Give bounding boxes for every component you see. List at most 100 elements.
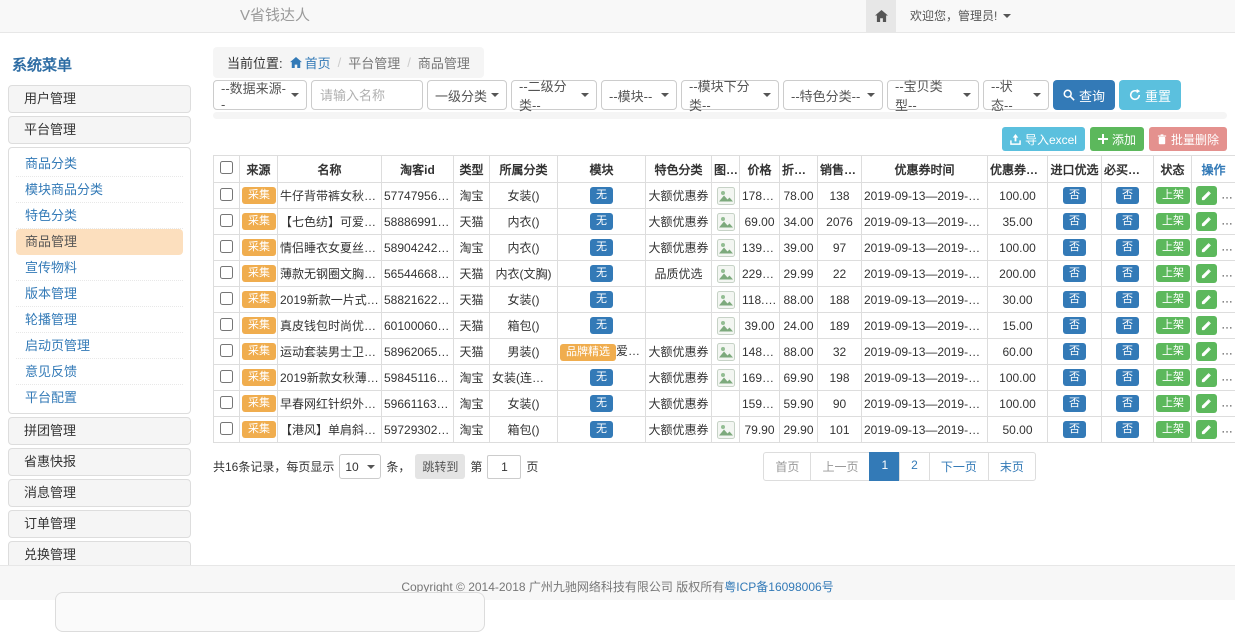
row-checkbox[interactable] xyxy=(220,292,233,305)
pager-next[interactable]: 下一页 xyxy=(929,452,989,481)
status-button[interactable]: 上架 xyxy=(1156,291,1190,308)
row-checkbox[interactable] xyxy=(220,318,233,331)
page-size-select[interactable]: 10 xyxy=(339,454,381,479)
must-buy-toggle[interactable]: 否 xyxy=(1116,317,1139,334)
module-badge[interactable]: 无 xyxy=(590,291,613,308)
module-badge[interactable]: 品牌精选 xyxy=(560,344,616,361)
must-buy-toggle[interactable]: 否 xyxy=(1116,291,1139,308)
sidebar-subitem[interactable]: 模块商品分类 xyxy=(16,177,183,203)
must-buy-toggle[interactable]: 否 xyxy=(1116,213,1139,230)
sidebar-subitem[interactable]: 宣传物料 xyxy=(16,255,183,281)
import-select-toggle[interactable]: 否 xyxy=(1063,317,1086,334)
reset-button[interactable]: 重置 xyxy=(1119,80,1181,110)
must-buy-toggle[interactable]: 否 xyxy=(1116,421,1139,438)
query-button[interactable]: 查询 xyxy=(1053,80,1115,110)
row-checkbox[interactable] xyxy=(220,370,233,383)
sidebar-group-platform-management[interactable]: 平台管理 xyxy=(8,116,191,144)
module-badge[interactable]: 无 xyxy=(590,317,613,334)
status-button[interactable]: 上架 xyxy=(1156,317,1190,334)
pager-page[interactable]: 2 xyxy=(899,452,930,481)
sidebar-subitem[interactable]: 启动页管理 xyxy=(16,333,183,359)
import-select-toggle[interactable]: 否 xyxy=(1063,187,1086,204)
pager-page[interactable]: 1 xyxy=(869,452,900,481)
import-select-toggle[interactable]: 否 xyxy=(1063,343,1086,360)
filter-select[interactable]: --特色分类-- xyxy=(783,80,883,110)
module-badge[interactable]: 无 xyxy=(590,239,613,256)
pager-prev[interactable]: 上一页 xyxy=(810,452,870,481)
add-button[interactable]: 添加 xyxy=(1090,127,1144,151)
import-select-toggle[interactable]: 否 xyxy=(1063,291,1086,308)
must-buy-toggle[interactable]: 否 xyxy=(1116,265,1139,282)
select-all-checkbox[interactable] xyxy=(220,161,233,174)
edit-button[interactable] xyxy=(1196,264,1217,283)
filter-select[interactable]: --模块下分类-- xyxy=(681,80,779,110)
edit-button[interactable] xyxy=(1196,420,1217,439)
edit-button[interactable] xyxy=(1196,368,1217,387)
sidebar-subitem[interactable]: 平台配置 xyxy=(16,385,183,410)
status-button[interactable]: 上架 xyxy=(1156,213,1190,230)
row-checkbox[interactable] xyxy=(220,214,233,227)
must-buy-toggle[interactable]: 否 xyxy=(1116,395,1139,412)
name-search-input[interactable] xyxy=(311,80,423,110)
module-badge[interactable]: 无 xyxy=(590,265,613,282)
import-select-toggle[interactable]: 否 xyxy=(1063,213,1086,230)
edit-button[interactable] xyxy=(1196,394,1217,413)
sidebar-subitem[interactable]: 意见反馈 xyxy=(16,359,183,385)
edit-button[interactable] xyxy=(1196,316,1217,335)
filter-select[interactable]: --状态-- xyxy=(983,80,1049,110)
filter-select[interactable]: --模块-- xyxy=(601,80,677,110)
import-select-toggle[interactable]: 否 xyxy=(1063,265,1086,282)
sidebar-group[interactable]: 拼团管理 xyxy=(8,417,191,445)
filter-select[interactable]: 一级分类 xyxy=(427,80,507,110)
row-checkbox[interactable] xyxy=(220,396,233,409)
module-badge[interactable]: 无 xyxy=(590,213,613,230)
edit-button[interactable] xyxy=(1196,186,1217,205)
status-button[interactable]: 上架 xyxy=(1156,239,1190,256)
filter-select[interactable]: --二级分类-- xyxy=(511,80,597,110)
row-checkbox[interactable] xyxy=(220,188,233,201)
filter-select[interactable]: --宝贝类型-- xyxy=(887,80,979,110)
row-checkbox[interactable] xyxy=(220,422,233,435)
status-button[interactable]: 上架 xyxy=(1156,265,1190,282)
sidebar-subitem[interactable]: 商品管理 xyxy=(16,229,183,255)
import-select-toggle[interactable]: 否 xyxy=(1063,421,1086,438)
edit-button[interactable] xyxy=(1196,290,1217,309)
module-badge[interactable]: 无 xyxy=(590,395,613,412)
sidebar-group-user-management[interactable]: 用户管理 xyxy=(8,85,191,113)
pager-last[interactable]: 末页 xyxy=(988,452,1036,481)
must-buy-toggle[interactable]: 否 xyxy=(1116,187,1139,204)
must-buy-toggle[interactable]: 否 xyxy=(1116,239,1139,256)
row-checkbox[interactable] xyxy=(220,266,233,279)
import-excel-button[interactable]: 导入excel xyxy=(1002,127,1085,151)
pager-first[interactable]: 首页 xyxy=(763,452,811,481)
icp-link[interactable]: 粤ICP备16098006号 xyxy=(724,580,833,594)
sidebar-subitem[interactable]: 轮播管理 xyxy=(16,307,183,333)
module-badge[interactable]: 无 xyxy=(590,369,613,386)
sidebar-subitem[interactable]: 版本管理 xyxy=(16,281,183,307)
row-checkbox[interactable] xyxy=(220,240,233,253)
status-button[interactable]: 上架 xyxy=(1156,369,1190,386)
status-button[interactable]: 上架 xyxy=(1156,421,1190,438)
breadcrumb-home-link[interactable]: 首页 xyxy=(290,53,331,72)
module-badge[interactable]: 无 xyxy=(590,187,613,204)
home-button[interactable] xyxy=(866,0,896,32)
jump-button[interactable]: 跳转到 xyxy=(415,454,465,479)
must-buy-toggle[interactable]: 否 xyxy=(1116,369,1139,386)
edit-button[interactable] xyxy=(1196,342,1217,361)
import-select-toggle[interactable]: 否 xyxy=(1063,395,1086,412)
import-select-toggle[interactable]: 否 xyxy=(1063,239,1086,256)
import-select-toggle[interactable]: 否 xyxy=(1063,369,1086,386)
edit-button[interactable] xyxy=(1196,212,1217,231)
row-checkbox[interactable] xyxy=(220,344,233,357)
batch-delete-button[interactable]: 批量删除 xyxy=(1149,127,1227,151)
jump-page-input[interactable] xyxy=(487,455,521,479)
sidebar-subitem[interactable]: 商品分类 xyxy=(16,151,183,177)
user-menu[interactable]: 欢迎您，管理员! xyxy=(896,0,1025,32)
status-button[interactable]: 上架 xyxy=(1156,187,1190,204)
sidebar-group[interactable]: 订单管理 xyxy=(8,510,191,538)
status-button[interactable]: 上架 xyxy=(1156,395,1190,412)
sidebar-group[interactable]: 消息管理 xyxy=(8,479,191,507)
module-badge[interactable]: 无 xyxy=(590,421,613,438)
status-button[interactable]: 上架 xyxy=(1156,343,1190,360)
sidebar-subitem[interactable]: 特色分类 xyxy=(16,203,183,229)
